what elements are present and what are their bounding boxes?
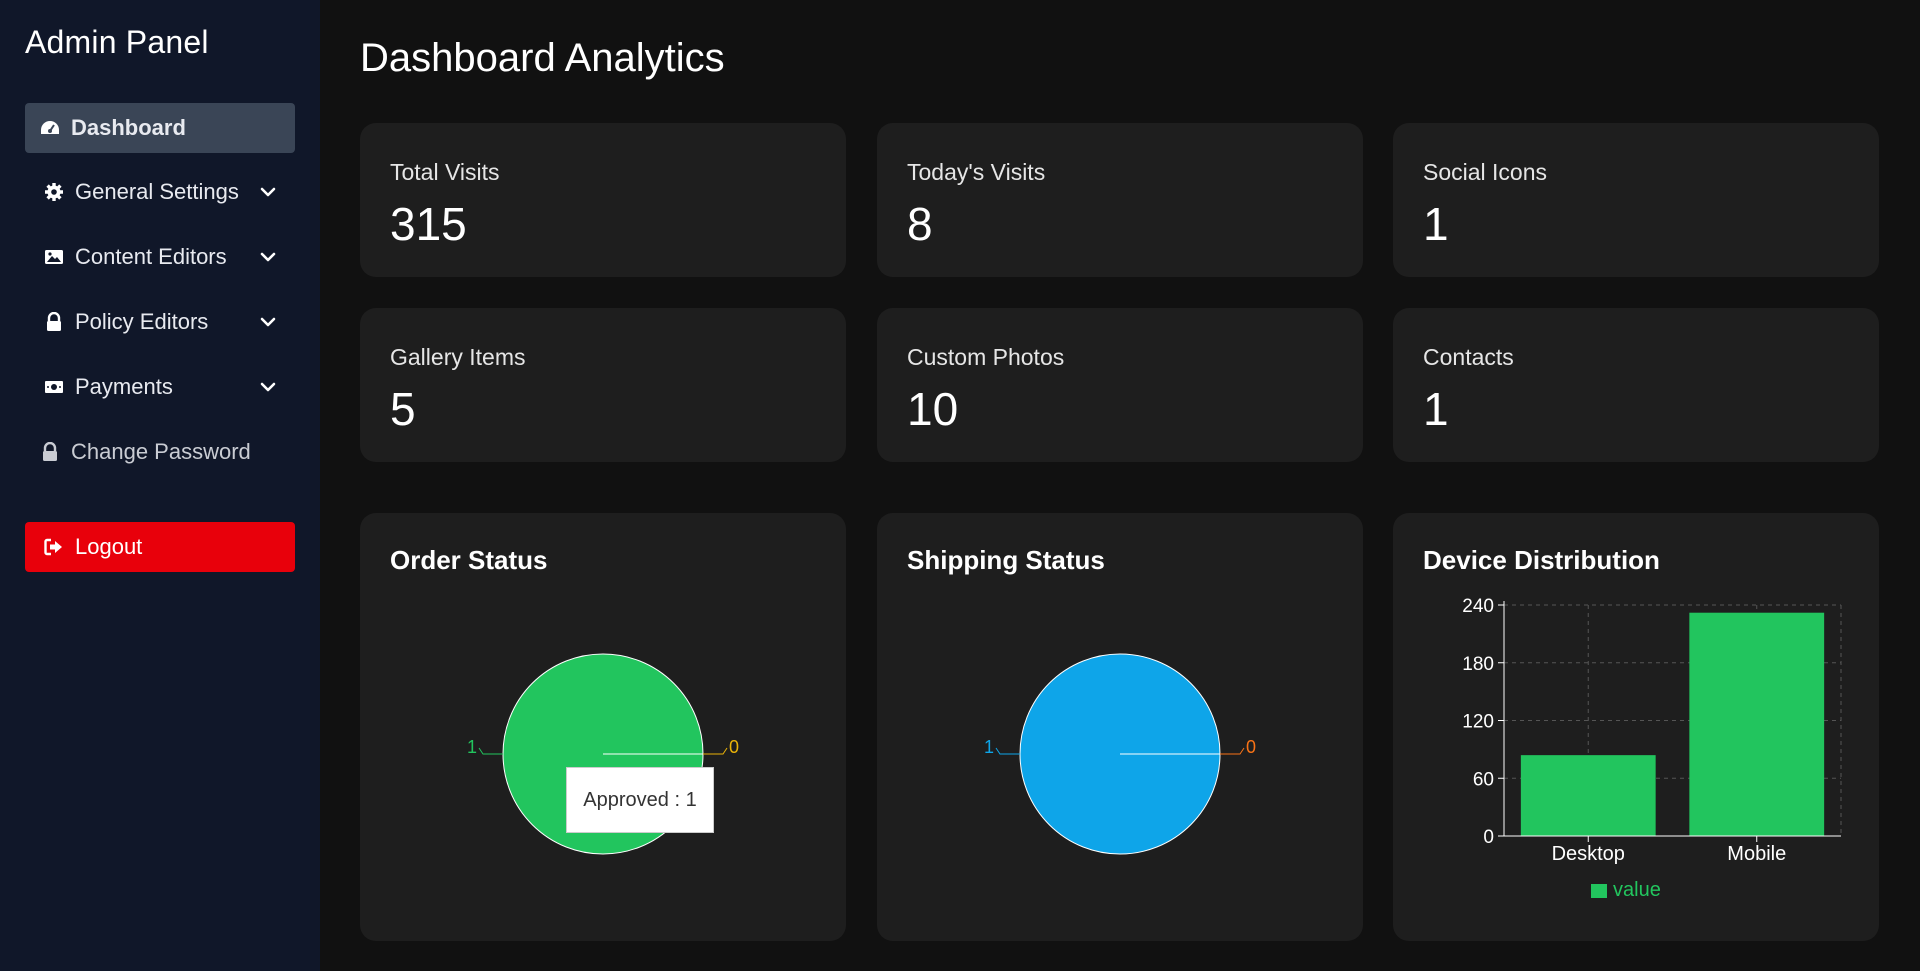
sidebar-item-change-password[interactable]: Change Password bbox=[25, 427, 295, 477]
chevron-down-icon[interactable] bbox=[259, 378, 277, 396]
x-tick-label: Mobile bbox=[1727, 843, 1786, 865]
sidebar-item-policy-editors[interactable]: Policy Editors bbox=[25, 297, 295, 347]
y-tick-label: 60 bbox=[1473, 769, 1494, 790]
stat-card-todays-visits: Today's Visits 8 bbox=[877, 123, 1363, 277]
sidebar-item-label: Dashboard bbox=[71, 115, 186, 140]
lock-icon bbox=[39, 441, 61, 463]
sidebar-item-label: General Settings bbox=[75, 179, 239, 204]
bar-mobile bbox=[1689, 612, 1825, 836]
sidebar-item-label: Change Password bbox=[71, 439, 251, 464]
stat-value: 8 bbox=[907, 198, 933, 250]
y-tick-label: 180 bbox=[1462, 654, 1494, 675]
stat-label: Total Visits bbox=[390, 159, 500, 185]
order-status-pie: 10 bbox=[467, 653, 739, 855]
brand-title: Admin Panel bbox=[25, 24, 209, 60]
sidebar-item-dashboard[interactable]: Dashboard bbox=[25, 103, 295, 153]
chevron-down-icon[interactable] bbox=[259, 313, 277, 331]
shipping-status-pie: 10 bbox=[984, 653, 1256, 855]
stat-label: Social Icons bbox=[1423, 159, 1548, 185]
shipping-status-card: Shipping Status 10 bbox=[877, 513, 1363, 941]
pie-label: 0 bbox=[729, 737, 739, 757]
stat-value: 10 bbox=[907, 383, 959, 435]
x-tick-label: Desktop bbox=[1552, 843, 1625, 865]
sidebar-item-label: Content Editors bbox=[75, 244, 227, 269]
logout-label: Logout bbox=[75, 534, 143, 559]
chevron-down-icon[interactable] bbox=[259, 248, 277, 266]
y-tick-label: 240 bbox=[1462, 596, 1494, 617]
sidebar-item-content-editors[interactable]: Content Editors bbox=[25, 232, 295, 282]
pie-label: 1 bbox=[467, 737, 477, 757]
money-icon bbox=[43, 376, 65, 398]
chevron-down-icon[interactable] bbox=[259, 183, 277, 201]
device-distribution-card: Device Distribution 0 60 120 180 240 Desktop M… bbox=[1393, 513, 1879, 941]
page-title: Dashboard Analytics bbox=[360, 36, 725, 80]
stat-card-custom-photos: Custom Photos 10 bbox=[877, 308, 1363, 462]
sidebar-item-general-settings[interactable]: General Settings bbox=[25, 167, 295, 217]
stat-value: 1 bbox=[1423, 383, 1449, 435]
gear-icon bbox=[43, 181, 65, 203]
pie-label: 0 bbox=[1246, 737, 1256, 757]
sidebar-item-label: Payments bbox=[75, 374, 173, 399]
stat-label: Contacts bbox=[1423, 344, 1514, 370]
chart-tooltip: Approved : 1 bbox=[566, 767, 714, 833]
pie-leader-line bbox=[1220, 747, 1245, 755]
stat-label: Custom Photos bbox=[907, 344, 1065, 370]
bar-desktop bbox=[1520, 755, 1656, 836]
stat-card-total-visits: Total Visits 315 bbox=[360, 123, 846, 277]
image-icon bbox=[43, 246, 65, 268]
stat-label: Gallery Items bbox=[390, 344, 526, 370]
pie-label: 1 bbox=[984, 737, 994, 757]
stat-card-social-icons: Social Icons 1 bbox=[1393, 123, 1879, 277]
y-tick-label: 0 bbox=[1483, 827, 1494, 848]
stat-value: 5 bbox=[390, 383, 416, 435]
legend-label: value bbox=[1613, 879, 1661, 901]
stat-value: 315 bbox=[390, 198, 467, 250]
sidebar: Admin Panel Dashboard General Settings C… bbox=[0, 0, 320, 971]
pie-leader-line bbox=[703, 747, 728, 755]
y-tick-label: 120 bbox=[1462, 712, 1494, 733]
sidebar-item-payments[interactable]: Payments bbox=[25, 362, 295, 412]
logout-button[interactable]: Logout bbox=[25, 522, 295, 572]
pie-leader-line bbox=[995, 747, 1020, 755]
gauge-icon bbox=[39, 117, 61, 139]
stat-label: Today's Visits bbox=[907, 159, 1046, 185]
device-distribution-bar-chart: 0 60 120 180 240 Desktop Mobile value bbox=[1462, 596, 1842, 901]
legend-swatch bbox=[1591, 884, 1607, 898]
stat-card-gallery-items: Gallery Items 5 bbox=[360, 308, 846, 462]
stat-value: 1 bbox=[1423, 198, 1449, 250]
stat-card-contacts: Contacts 1 bbox=[1393, 308, 1879, 462]
lock-icon bbox=[43, 311, 65, 333]
pie-leader-line bbox=[478, 747, 503, 755]
sign-out-icon bbox=[43, 536, 65, 558]
order-status-card: Order Status 10 bbox=[360, 513, 846, 941]
sidebar-item-label: Policy Editors bbox=[75, 309, 209, 334]
